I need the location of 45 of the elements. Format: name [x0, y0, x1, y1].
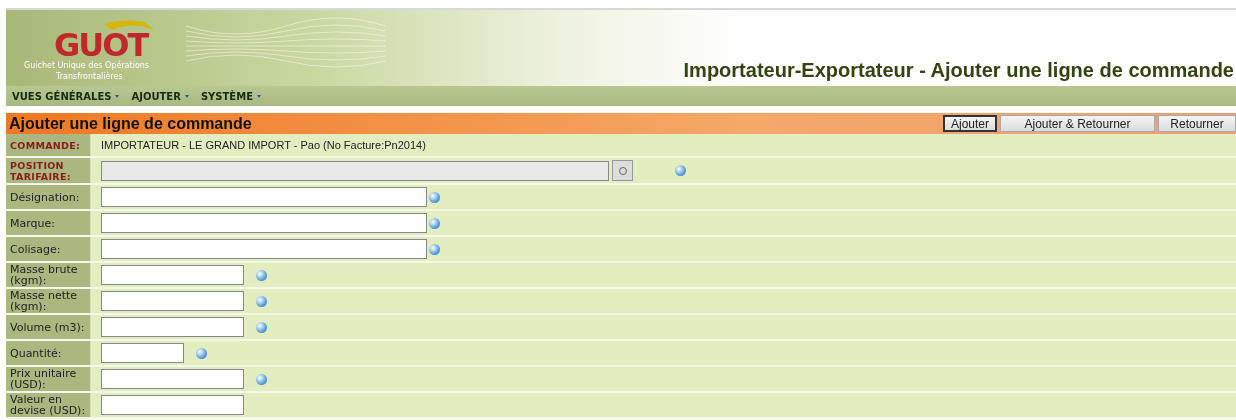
caret-icon [257, 94, 261, 98]
input-field[interactable] [101, 369, 244, 389]
info-icon[interactable] [429, 243, 440, 255]
form-title: Ajouter une ligne de commande [8, 114, 252, 133]
input-field[interactable] [101, 395, 244, 415]
info-icon[interactable] [256, 321, 267, 333]
caret-icon [184, 94, 189, 98]
info-icon[interactable] [675, 165, 686, 176]
form-button[interactable]: Ajouter & Retourner [1000, 115, 1155, 132]
input-field[interactable] [101, 291, 244, 311]
field-label: Prix unitaire (USD): [6, 367, 91, 391]
field-label: Masse brute (kgm): [6, 263, 91, 287]
search-button[interactable] [612, 160, 633, 181]
field-label: COMMANDE: [6, 134, 91, 156]
menu-item[interactable]: AJOUTER [131, 90, 189, 102]
field-label: POSITION TARIFAIRE: [6, 158, 91, 183]
input-field[interactable] [101, 343, 184, 363]
logo-subtitle: Guichet Unique des Opérations [24, 60, 150, 71]
info-icon[interactable] [256, 269, 267, 281]
input-field[interactable] [101, 239, 427, 259]
field-label: Masse nette (kgm): [6, 289, 91, 313]
menu-item[interactable]: SYSTÈME [200, 90, 261, 102]
caret-icon [115, 94, 120, 98]
page-title: Importateur-Exportateur - Ajouter une ligne de commande [683, 59, 1235, 83]
input-field[interactable] [101, 187, 427, 207]
info-icon[interactable] [429, 191, 440, 203]
info-icon[interactable] [196, 347, 207, 359]
field-label: Désignation: [6, 185, 91, 209]
field-value: IMPORTATEUR - LE GRAND IMPORT - Pao (No Facture:Pn2014) [101, 139, 426, 151]
field-label: Quantité: [6, 341, 91, 365]
input-field[interactable] [101, 213, 427, 233]
logo: GUOT [34, 16, 184, 60]
input-field[interactable] [101, 265, 244, 285]
info-icon[interactable] [256, 295, 267, 307]
field-label: Volume (m3): [6, 315, 91, 339]
field-label: Marque: [6, 211, 91, 235]
info-icon[interactable] [429, 217, 440, 229]
input-field[interactable] [101, 317, 244, 337]
form-button[interactable]: Retourner [1158, 115, 1236, 132]
menu-item[interactable]: VUES GÉNÉRALES [12, 90, 120, 102]
form-button[interactable]: Ajouter [942, 115, 997, 132]
field-label: Colisage: [6, 237, 91, 261]
field-label: Valeur en devise (USD): [6, 393, 91, 417]
logo-subtitle: Transfrontalières [55, 71, 124, 82]
info-icon[interactable] [256, 373, 267, 385]
